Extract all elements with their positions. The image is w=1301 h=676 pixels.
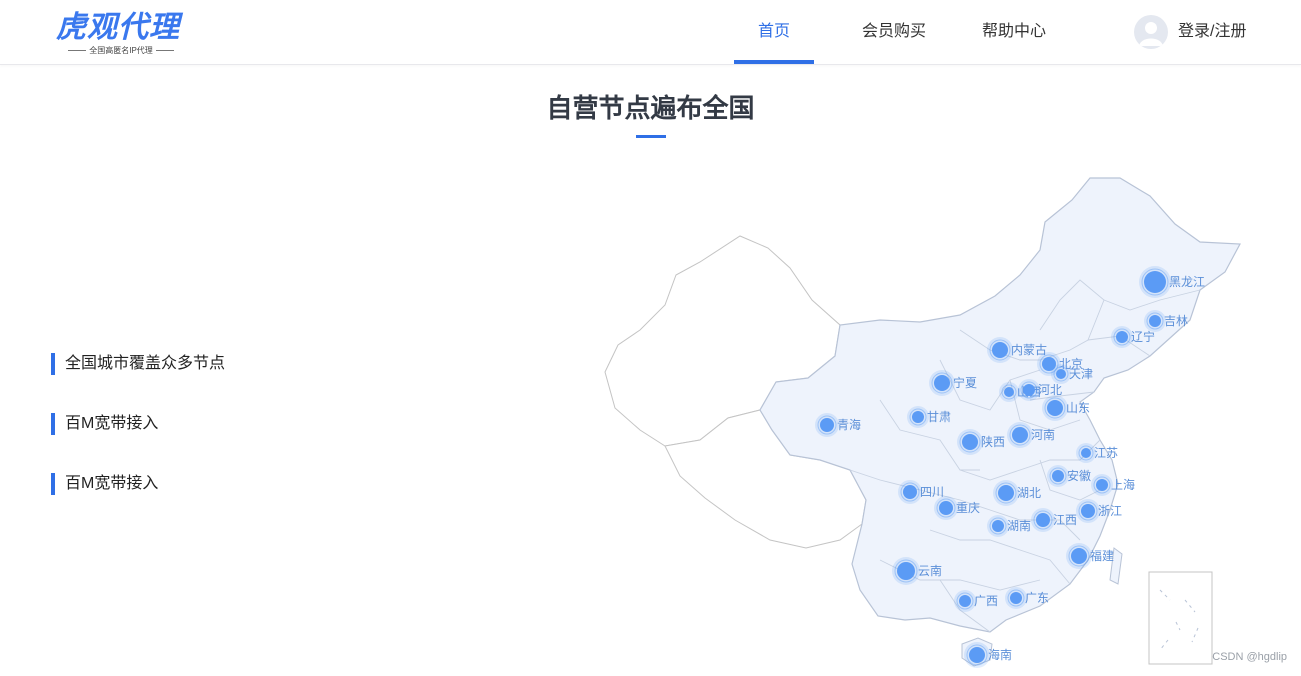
section-title: 自营节点遍布全国: [546, 93, 755, 123]
node-marker[interactable]: [1144, 271, 1166, 293]
province-label: 云南: [918, 563, 942, 578]
node-marker[interactable]: [1116, 331, 1128, 343]
node-marker[interactable]: [1149, 315, 1161, 327]
province-label: 青海: [837, 417, 861, 432]
node-marker[interactable]: [1096, 479, 1108, 491]
csdn-watermark: CSDN @hgdlip: [1212, 651, 1287, 663]
province-label: 甘肃: [927, 410, 951, 424]
node-marker[interactable]: [1010, 592, 1022, 604]
province-label: 安徽: [1067, 468, 1091, 483]
node-marker[interactable]: [1081, 448, 1091, 458]
province-label: 辽宁: [1131, 329, 1155, 344]
node-marker[interactable]: [1052, 470, 1064, 482]
province-label: 广西: [974, 594, 998, 608]
province-label: 江苏: [1094, 446, 1118, 460]
province-label: 浙江: [1098, 504, 1122, 518]
province-label: 陕西: [981, 434, 1005, 449]
province-label: 四川: [920, 485, 944, 499]
node-marker[interactable]: [962, 434, 978, 450]
login-register-link[interactable]: 登录/注册: [1178, 0, 1246, 64]
province-label: 河南: [1031, 427, 1055, 442]
node-marker[interactable]: [912, 411, 924, 423]
province-label: 天津: [1069, 367, 1093, 381]
feature-item: 全国城市覆盖众多节点: [51, 353, 225, 375]
node-marker[interactable]: [934, 375, 950, 391]
node-marker[interactable]: [1047, 400, 1063, 416]
node-marker[interactable]: [903, 485, 917, 499]
province-label: 宁夏: [953, 375, 977, 390]
node-marker[interactable]: [969, 647, 985, 663]
province-label: 河北: [1038, 383, 1062, 397]
province-label: 广东: [1025, 591, 1049, 605]
logo-title: 虎观代理: [56, 11, 180, 44]
avatar-icon[interactable]: [1134, 15, 1168, 49]
node-marker[interactable]: [992, 342, 1008, 358]
node-marker[interactable]: [939, 501, 953, 515]
node-marker[interactable]: [1036, 513, 1050, 527]
province-label: 重庆: [956, 501, 980, 515]
node-marker[interactable]: [1081, 504, 1095, 518]
province-label: 江西: [1053, 513, 1077, 527]
province-label: 黑龙江: [1169, 275, 1205, 289]
province-label: 福建: [1090, 548, 1114, 563]
top-header: 虎观代理 全国高匿名IP代理 首页 会员购买 帮助中心 登录/注册: [0, 0, 1301, 65]
province-label: 吉林: [1164, 314, 1188, 328]
node-marker[interactable]: [1012, 427, 1028, 443]
province-label: 湖北: [1017, 485, 1041, 500]
nav-active-indicator: [734, 60, 814, 64]
node-marker[interactable]: [897, 562, 915, 580]
logo[interactable]: 虎观代理 全国高匿名IP代理: [56, 10, 188, 58]
node-marker[interactable]: [998, 485, 1014, 501]
node-marker[interactable]: [1056, 369, 1066, 379]
region-mainland: [759, 177, 1241, 633]
nav-help-center[interactable]: 帮助中心: [974, 0, 1054, 64]
map-svg: 黑龙江吉林辽宁内蒙古北京天津宁夏山西河北甘肃山东青海陕西河南江苏安徽上海四川湖北…: [604, 177, 1241, 668]
nav-member-purchase[interactable]: 会员购买: [854, 0, 934, 64]
china-node-map: 黑龙江吉林辽宁内蒙古北京天津宁夏山西河北甘肃山东青海陕西河南江苏安徽上海四川湖北…: [590, 160, 1301, 676]
node-marker[interactable]: [959, 595, 971, 607]
node-marker[interactable]: [1023, 384, 1035, 396]
node-marker[interactable]: [820, 418, 834, 432]
feature-item: 百M宽带接入: [51, 473, 158, 495]
province-label: 海南: [988, 647, 1012, 662]
province-label: 山东: [1066, 401, 1090, 415]
nav-home[interactable]: 首页: [734, 0, 814, 64]
node-marker[interactable]: [992, 520, 1004, 532]
province-label: 湖南: [1007, 518, 1031, 533]
feature-item: 百M宽带接入: [51, 413, 158, 435]
node-marker[interactable]: [1071, 548, 1087, 564]
logo-subtitle: 全国高匿名IP代理: [56, 46, 186, 56]
province-label: 上海: [1111, 477, 1135, 492]
title-underline: [636, 135, 666, 138]
node-marker[interactable]: [1004, 387, 1014, 397]
south-sea-inset: [1148, 571, 1213, 665]
